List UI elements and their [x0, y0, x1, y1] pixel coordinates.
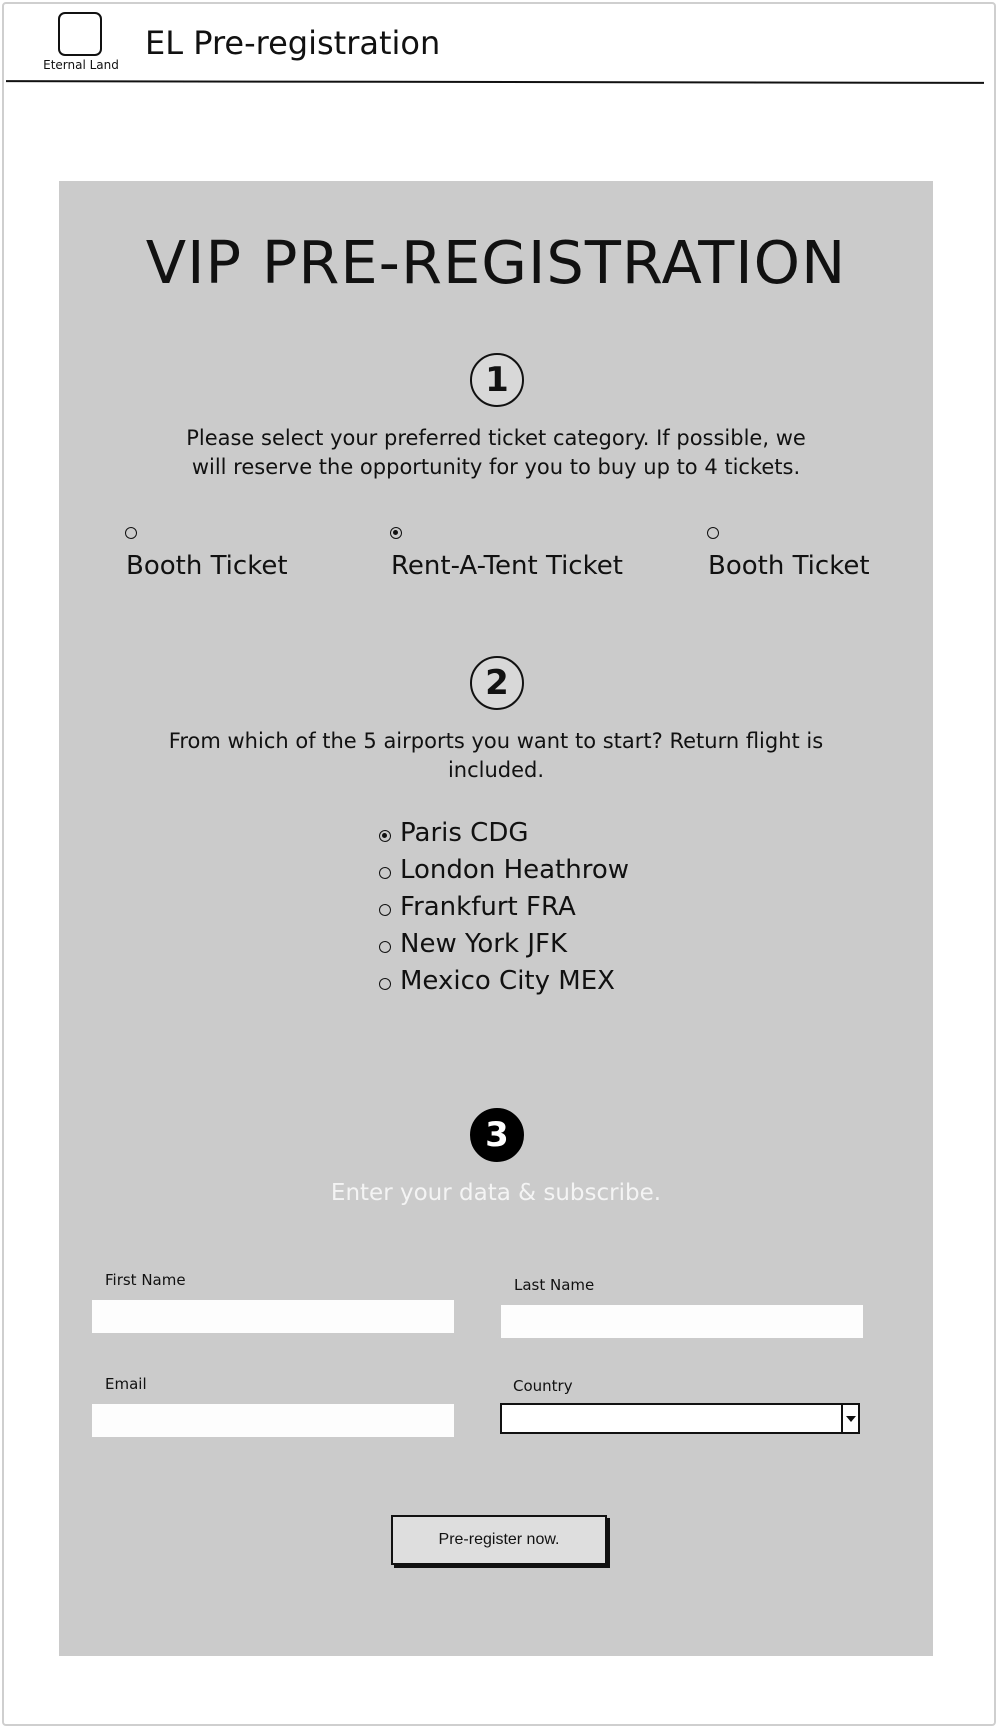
- first-name-label: First Name: [105, 1271, 186, 1289]
- airport-label-mexico-city: Mexico City MEX: [400, 966, 615, 996]
- step-1-text-line1: Please select your preferred ticket cate…: [186, 426, 806, 450]
- airport-radio-mexico-city[interactable]: [379, 978, 391, 990]
- step-2-badge: 2: [470, 656, 524, 710]
- airport-radio-frankfurt[interactable]: [379, 904, 391, 916]
- app-title: EL Pre-registration: [145, 24, 441, 62]
- country-label: Country: [513, 1377, 573, 1395]
- ticket-label-booth-2: Booth Ticket: [708, 551, 870, 581]
- step-2-text-line1: From which of the 5 airports you want to…: [168, 729, 824, 753]
- ticket-label-rent-a-tent: Rent-A-Tent Ticket: [391, 551, 623, 581]
- ticket-label-booth-1: Booth Ticket: [126, 551, 288, 581]
- step-1-badge: 1: [470, 353, 524, 407]
- step-3-badge: 3: [470, 1108, 524, 1162]
- airport-label-frankfurt: Frankfurt FRA: [400, 892, 576, 922]
- email-field[interactable]: [92, 1404, 454, 1437]
- email-label: Email: [105, 1375, 147, 1393]
- airport-label-paris: Paris CDG: [400, 818, 529, 848]
- airport-label-new-york: New York JFK: [400, 929, 567, 959]
- registration-panel: VIP PRE-REGISTRATION 1 Please select you…: [59, 181, 933, 1656]
- first-name-field[interactable]: [92, 1300, 454, 1333]
- ticket-radio-rent-a-tent[interactable]: [390, 527, 402, 539]
- last-name-label: Last Name: [514, 1276, 595, 1294]
- airport-radio-london[interactable]: [379, 867, 391, 879]
- airport-radio-paris[interactable]: [379, 830, 391, 842]
- page-title: VIP PRE-REGISTRATION: [145, 228, 847, 297]
- airport-radio-new-york[interactable]: [379, 941, 391, 953]
- logo-icon: [58, 12, 102, 56]
- airport-label-london: London Heathrow: [400, 855, 630, 885]
- country-select[interactable]: [500, 1403, 860, 1434]
- step-1-text-line2: will reserve the opportunity for you to …: [191, 455, 801, 479]
- last-name-field[interactable]: [501, 1305, 863, 1338]
- ticket-radio-booth-2[interactable]: [707, 527, 719, 539]
- pre-register-button[interactable]: Pre-register now.: [391, 1515, 607, 1565]
- ticket-radio-booth-1[interactable]: [125, 527, 137, 539]
- step-3-text: Enter your data & subscribe.: [330, 1180, 662, 1206]
- chevron-down-icon[interactable]: [841, 1405, 858, 1432]
- logo-caption: Eternal Land: [43, 58, 119, 72]
- step-2-text-line2: included.: [447, 758, 545, 782]
